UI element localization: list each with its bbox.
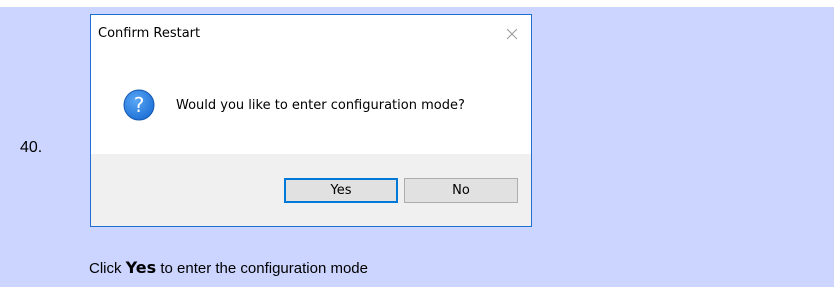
dialog-title: Confirm Restart [98, 26, 201, 41]
dialog-body: ? Would you like to enter configuration … [91, 49, 531, 154]
close-button[interactable] [501, 23, 523, 45]
dialog-message: Would you like to enter configuration mo… [176, 98, 465, 113]
svg-text:?: ? [134, 93, 145, 117]
no-button[interactable]: No [404, 178, 518, 203]
question-icon: ? [123, 89, 155, 121]
confirm-restart-dialog: Confirm Restart ? Would you like to ente… [90, 14, 532, 227]
instruction-prefix: Click [89, 260, 126, 277]
dialog-footer: Yes No [91, 154, 531, 226]
instruction-action: Yes [125, 258, 157, 277]
top-strip [0, 0, 834, 7]
instruction-text: Click Yes to enter the configuration mod… [89, 258, 368, 277]
step-number: 40. [20, 139, 43, 156]
instruction-suffix: to enter the configuration mode [156, 260, 368, 277]
close-icon [506, 28, 518, 40]
yes-button[interactable]: Yes [284, 178, 398, 203]
